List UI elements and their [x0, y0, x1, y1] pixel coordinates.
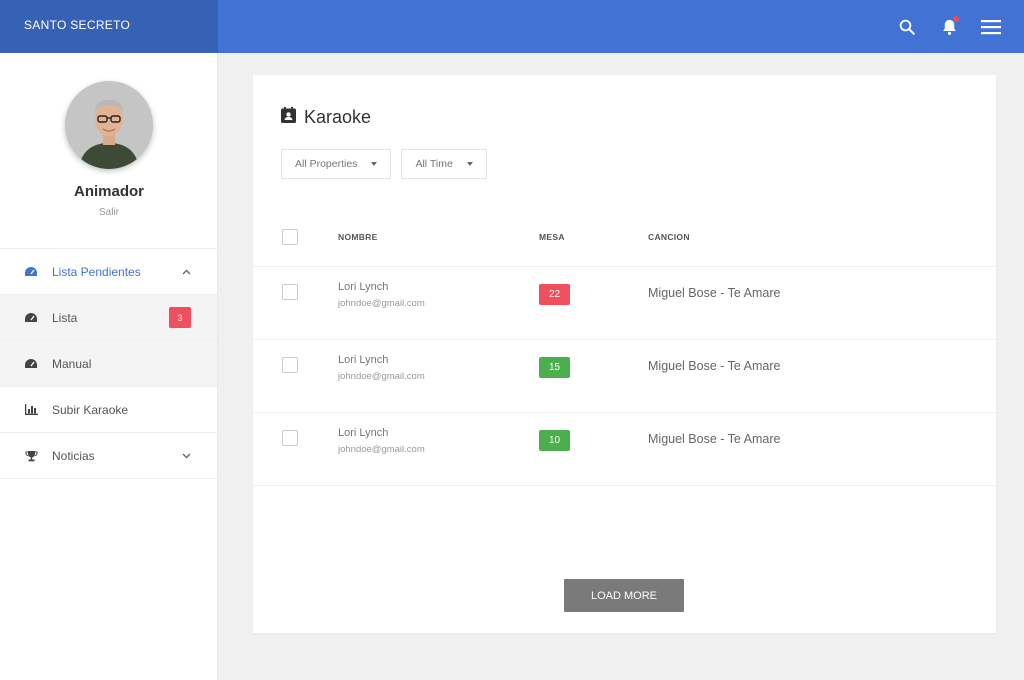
- sidebar-item-label: Subir Karaoke: [52, 402, 129, 417]
- mesa-badge: 10: [539, 430, 571, 451]
- chevron-down-icon: [181, 451, 191, 461]
- search-icon[interactable]: [896, 16, 918, 38]
- sidebar-item-lista-pendientes[interactable]: Lista Pendientes: [0, 249, 217, 295]
- properties-filter[interactable]: All Properties: [281, 149, 392, 179]
- mesa-badge: 22: [539, 284, 571, 305]
- column-header-nombre[interactable]: NOMBRE: [338, 232, 378, 242]
- sidebar-item-noticias[interactable]: Noticias: [0, 433, 217, 479]
- table-row[interactable]: Lori Lynch johndoe@gmail.com 22 Miguel B…: [253, 267, 996, 340]
- load-more-button[interactable]: LOAD MORE: [564, 579, 684, 612]
- trophy-icon: [24, 449, 38, 463]
- table-row[interactable]: Lori Lynch johndoe@gmail.com 10 Miguel B…: [253, 413, 996, 486]
- row-name: Lori Lynch: [338, 427, 389, 439]
- brand-title[interactable]: SANTO SECRETO: [0, 0, 218, 53]
- top-icons: [896, 0, 1002, 53]
- row-song: Miguel Bose - Te Amare: [648, 432, 781, 446]
- row-song: Miguel Bose - Te Amare: [648, 286, 781, 300]
- row-name: Lori Lynch: [338, 281, 389, 293]
- row-email: johndoe@gmail.com: [338, 371, 425, 382]
- karaoke-table: NOMBRE MESA CANCION Lori Lynch johndoe@g…: [253, 210, 996, 486]
- select-all-checkbox[interactable]: [282, 229, 298, 245]
- karaoke-card: Karaoke All Properties All Time NOMBRE M…: [253, 75, 996, 633]
- dashboard-icon: [24, 357, 38, 371]
- sidebar-item-manual[interactable]: Manual: [0, 341, 217, 387]
- contact-card-icon: [281, 107, 296, 128]
- time-filter[interactable]: All Time: [401, 149, 487, 179]
- row-song: Miguel Bose - Te Amare: [648, 359, 781, 373]
- table-header: NOMBRE MESA CANCION: [253, 210, 996, 267]
- filter-label: All Time: [415, 158, 453, 170]
- caret-down-icon: [466, 162, 473, 166]
- caret-down-icon: [371, 162, 378, 166]
- top-bar: SANTO SECRETO: [0, 0, 1024, 53]
- page-title: Karaoke: [281, 107, 371, 128]
- row-name: Lori Lynch: [338, 354, 389, 366]
- row-checkbox[interactable]: [282, 284, 298, 300]
- profile-name: Animador: [73, 183, 144, 200]
- bar-chart-icon: [24, 403, 38, 417]
- count-badge: 3: [169, 307, 191, 328]
- table-row[interactable]: Lori Lynch johndoe@gmail.com 15 Miguel B…: [253, 340, 996, 413]
- mesa-badge: 15: [539, 357, 571, 378]
- sidebar-item-label: Lista: [52, 310, 78, 325]
- sidebar: Animador Salir Lista Pendientes Lista 3 …: [0, 53, 218, 680]
- row-email: johndoe@gmail.com: [338, 444, 425, 455]
- dashboard-icon: [24, 265, 38, 279]
- dashboard-icon: [24, 311, 38, 325]
- sidebar-item-lista[interactable]: Lista 3: [0, 295, 217, 341]
- sidebar-item-label: Noticias: [52, 448, 95, 463]
- row-email: johndoe@gmail.com: [338, 298, 425, 309]
- menu-icon[interactable]: [980, 16, 1002, 38]
- row-checkbox[interactable]: [282, 357, 298, 373]
- sidebar-item-subir-karaoke[interactable]: Subir Karaoke: [0, 387, 217, 433]
- filter-label: All Properties: [295, 158, 358, 170]
- notification-dot: [953, 15, 959, 22]
- filter-bar: All Properties All Time: [281, 149, 487, 179]
- sidebar-item-label: Lista Pendientes: [52, 264, 141, 279]
- avatar[interactable]: [65, 81, 153, 169]
- row-checkbox[interactable]: [282, 430, 298, 446]
- logout-link[interactable]: Salir: [0, 207, 218, 218]
- chevron-up-icon: [181, 267, 191, 277]
- profile-panel: Animador Salir: [0, 53, 217, 249]
- bell-icon[interactable]: [938, 15, 960, 38]
- column-header-mesa[interactable]: MESA: [539, 232, 565, 242]
- page-title-text: Karaoke: [304, 107, 372, 127]
- sidebar-item-label: Manual: [52, 356, 92, 371]
- column-header-cancion[interactable]: CANCION: [648, 232, 690, 242]
